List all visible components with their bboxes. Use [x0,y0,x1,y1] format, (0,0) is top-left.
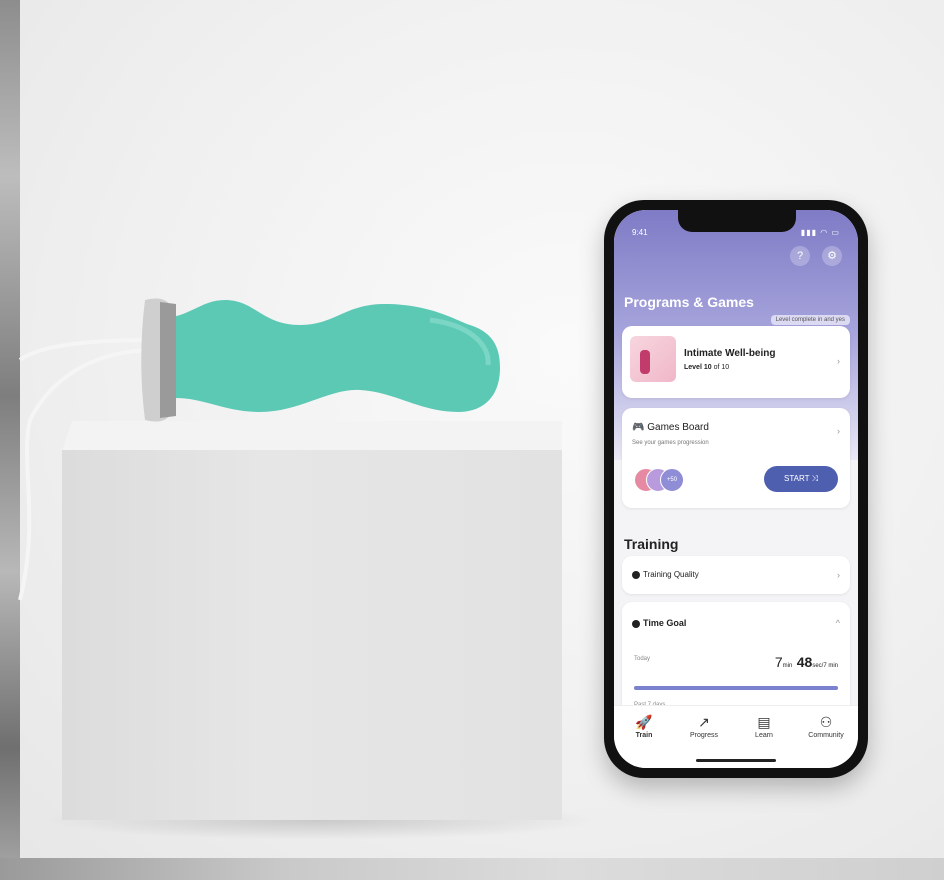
seconds-unit: sec/7 min [812,663,838,669]
floor-edge [0,858,944,880]
left-edge-background [0,0,20,880]
level-prefix: Level [684,364,702,371]
level-badge: Level complete in and yes [770,315,850,325]
time-goal-title: Time Goal [632,618,686,628]
time-goal-progress [634,686,838,690]
seconds-value: 48 [796,654,813,670]
gamepad-icon: 🎮 [632,422,645,433]
help-button[interactable]: ? [790,246,810,266]
chevron-up-icon: ^ [835,618,840,628]
training-quality-text: Training Quality [643,570,699,579]
program-title: Intimate Well-being [684,348,776,359]
chevron-right-icon: › [837,570,840,580]
people-icon: ⚇ [819,714,833,730]
white-cube-pedestal [62,450,562,820]
tab-label: Progress [689,732,718,739]
minutes-value: 7 [774,654,783,670]
home-indicator [696,759,776,762]
phone-screen: 9:41 ▮▮▮ ◠ ▭ ? ⚙ Programs & Games Level … [614,210,858,768]
program-level: Level 10 of 10 [684,364,729,371]
tab-label: Learn [755,732,773,739]
check-circle-icon [632,570,640,579]
training-quality-row[interactable]: Training Quality › [622,556,850,594]
settings-button[interactable]: ⚙ [822,246,842,266]
chevron-right-icon: › [837,426,840,436]
tab-label: Community [808,732,844,739]
tab-progress[interactable]: ↗ Progress [676,714,732,739]
minutes-unit: min [782,663,793,669]
status-time: 9:41 [632,228,648,237]
time-goal-progress-fill [634,686,838,690]
tab-train[interactable]: 🚀 Train [616,714,672,739]
book-icon: ▤ [757,714,771,730]
tab-community[interactable]: ⚇ Community [798,714,854,739]
shuffle-icon: ⤨ [811,474,818,483]
tab-label: Train [635,732,653,739]
time-goal-card[interactable]: Time Goal ^ Today 7min 48sec/7 min Past … [622,602,850,722]
clock-icon [632,619,640,628]
games-title-text: Games Board [647,422,709,433]
program-card[interactable]: Intimate Well-being Level 10 of 10 › [622,326,850,398]
player-avatars: +50 [634,468,686,492]
level-suffix: of 10 [713,364,730,371]
games-title: 🎮 Games Board [632,422,709,433]
trend-icon: ↗ [698,714,710,730]
rocket-icon: 🚀 [635,714,653,730]
training-quality-label: Training Quality [632,570,699,579]
today-time: 7min 48sec/7 min [775,654,838,672]
phone-notch [678,210,796,232]
tab-learn[interactable]: ▤ Learn [736,714,792,739]
figure-illustration [640,350,650,374]
smartphone: 9:41 ▮▮▮ ◠ ▭ ? ⚙ Programs & Games Level … [604,200,868,778]
status-icons: ▮▮▮ ◠ ▭ [800,228,840,237]
level-number: 10 [703,364,712,371]
gear-icon: ⚙ [827,250,837,262]
games-subtitle: See your games progression [632,440,709,446]
programs-title: Programs & Games [624,294,754,310]
bottom-tab-bar: 🚀 Train ↗ Progress ▤ Learn ⚇ Community [614,705,858,768]
help-icon: ? [796,250,804,262]
training-title: Training [624,536,679,552]
games-board-card[interactable]: 🎮 Games Board See your games progression… [622,408,850,508]
time-goal-text: Time Goal [643,618,687,628]
cube-top-face [62,421,562,451]
today-label: Today [634,656,651,662]
chevron-right-icon: › [837,356,840,366]
start-label: START [784,474,810,483]
program-thumbnail [630,336,676,382]
avatar-count: +50 [660,468,684,492]
start-button[interactable]: START ⤨ [764,466,838,492]
